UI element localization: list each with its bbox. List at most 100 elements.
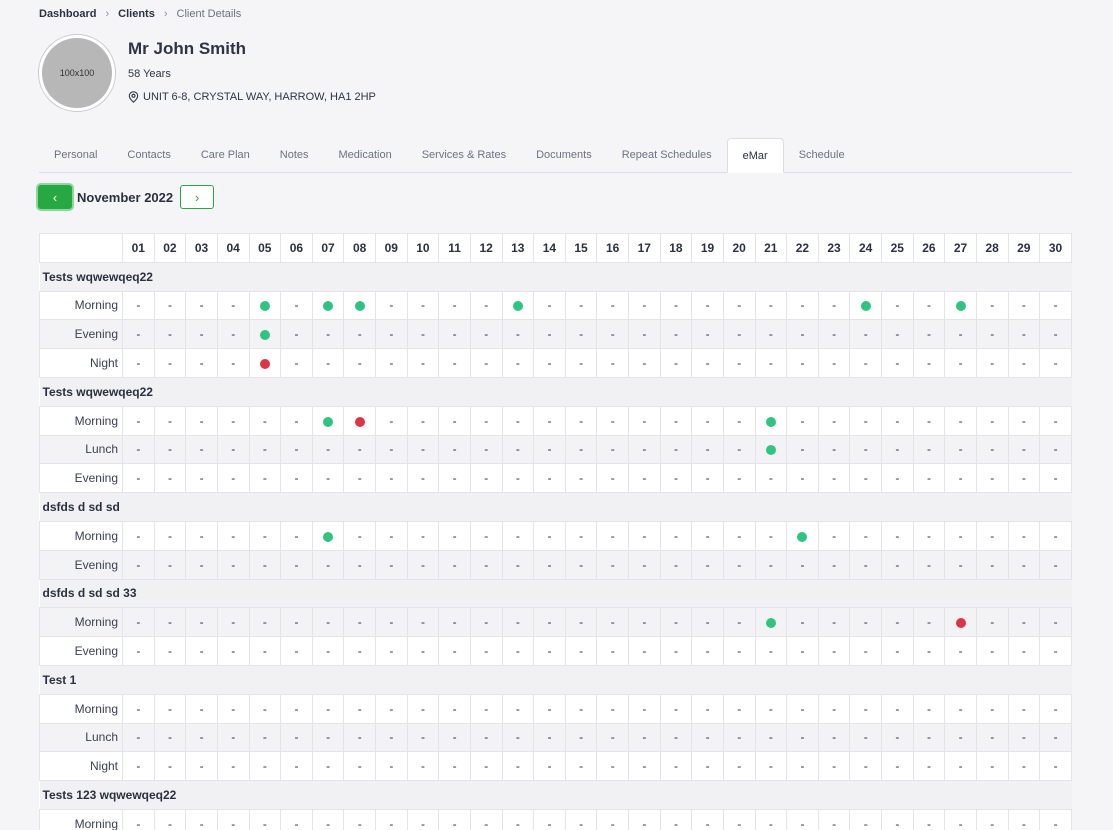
- dose-cell-empty[interactable]: -: [722, 808, 756, 830]
- dose-cell-empty[interactable]: -: [817, 290, 851, 321]
- dose-cell-empty[interactable]: -: [216, 808, 250, 830]
- dose-cell-empty[interactable]: -: [817, 693, 851, 724]
- dose-cell-empty[interactable]: -: [975, 751, 1009, 782]
- dose-cell-empty[interactable]: -: [501, 808, 535, 830]
- dose-cell-empty[interactable]: -: [280, 751, 313, 782]
- dose-cell-empty[interactable]: -: [596, 348, 629, 378]
- dose-cell-empty[interactable]: -: [881, 405, 914, 436]
- dose-cell-empty[interactable]: -: [469, 463, 503, 494]
- dose-cell-empty[interactable]: -: [533, 405, 566, 436]
- dose-cell-empty[interactable]: -: [596, 434, 629, 465]
- dose-cell-empty[interactable]: -: [122, 463, 155, 494]
- dose-cell-empty[interactable]: -: [375, 693, 408, 724]
- dose-cell-empty[interactable]: -: [153, 722, 187, 753]
- given-status-dot-icon[interactable]: [765, 618, 776, 629]
- dose-cell-empty[interactable]: -: [406, 520, 440, 551]
- dose-cell-empty[interactable]: -: [691, 290, 724, 321]
- dose-cell-empty[interactable]: -: [975, 319, 1009, 350]
- dose-cell-empty[interactable]: -: [406, 434, 440, 465]
- dose-cell-empty[interactable]: -: [722, 463, 756, 494]
- dose-cell-empty[interactable]: -: [153, 607, 187, 638]
- dose-cell-empty[interactable]: -: [1039, 693, 1072, 724]
- dose-cell-empty[interactable]: -: [280, 607, 313, 638]
- given-status-dot-icon[interactable]: [765, 445, 776, 456]
- dose-cell-empty[interactable]: -: [311, 693, 345, 724]
- dose-cell-empty[interactable]: -: [185, 463, 218, 494]
- dose-cell-empty[interactable]: -: [343, 636, 376, 666]
- missed-status-dot-icon[interactable]: [259, 358, 270, 369]
- dose-cell-empty[interactable]: -: [153, 549, 187, 580]
- dose-cell-empty[interactable]: -: [722, 549, 756, 580]
- dose-cell-empty[interactable]: -: [564, 520, 598, 551]
- dose-cell-empty[interactable]: -: [375, 405, 408, 436]
- dose-cell-empty[interactable]: -: [406, 348, 440, 378]
- given-status-dot-icon[interactable]: [860, 301, 871, 312]
- dose-cell-empty[interactable]: -: [533, 319, 566, 350]
- dose-cell-empty[interactable]: -: [659, 636, 693, 666]
- dose-cell-empty[interactable]: -: [659, 434, 693, 465]
- dose-cell-empty[interactable]: -: [691, 348, 724, 378]
- dose-cell-empty[interactable]: -: [153, 520, 187, 551]
- dose-cell-empty[interactable]: -: [153, 463, 187, 494]
- dose-cell-empty[interactable]: -: [343, 520, 376, 551]
- dose-cell-given[interactable]: [754, 405, 788, 436]
- dose-cell-empty[interactable]: -: [944, 520, 977, 551]
- dose-cell-empty[interactable]: -: [849, 607, 882, 638]
- dose-cell-empty[interactable]: -: [122, 808, 155, 830]
- dose-cell-empty[interactable]: -: [912, 463, 946, 494]
- dose-cell-empty[interactable]: -: [216, 319, 250, 350]
- dose-cell-empty[interactable]: -: [659, 751, 693, 782]
- dose-cell-empty[interactable]: -: [469, 549, 503, 580]
- dose-cell-empty[interactable]: -: [628, 549, 661, 580]
- dose-cell-empty[interactable]: -: [216, 607, 250, 638]
- dose-cell-empty[interactable]: -: [754, 636, 788, 666]
- dose-cell-empty[interactable]: -: [469, 636, 503, 666]
- dose-cell-empty[interactable]: -: [975, 636, 1009, 666]
- dose-cell-empty[interactable]: -: [501, 405, 535, 436]
- dose-cell-empty[interactable]: -: [817, 319, 851, 350]
- dose-cell-empty[interactable]: -: [280, 549, 313, 580]
- dose-cell-empty[interactable]: -: [628, 607, 661, 638]
- dose-cell-empty[interactable]: -: [438, 319, 471, 350]
- dose-cell-empty[interactable]: -: [469, 520, 503, 551]
- dose-cell-given[interactable]: [849, 290, 882, 321]
- dose-cell-empty[interactable]: -: [1039, 808, 1072, 830]
- tab-personal[interactable]: Personal: [39, 138, 112, 173]
- dose-cell-empty[interactable]: -: [628, 751, 661, 782]
- dose-cell-empty[interactable]: -: [881, 549, 914, 580]
- dose-cell-empty[interactable]: -: [849, 434, 882, 465]
- dose-cell-empty[interactable]: -: [533, 722, 566, 753]
- dose-cell-empty[interactable]: -: [533, 751, 566, 782]
- dose-cell-empty[interactable]: -: [185, 348, 218, 378]
- dose-cell-empty[interactable]: -: [944, 319, 977, 350]
- dose-cell-empty[interactable]: -: [849, 463, 882, 494]
- dose-cell-empty[interactable]: -: [596, 319, 629, 350]
- dose-cell-empty[interactable]: -: [248, 434, 282, 465]
- prev-month-button[interactable]: ‹: [38, 185, 72, 209]
- dose-cell-empty[interactable]: -: [912, 290, 946, 321]
- dose-cell-empty[interactable]: -: [438, 348, 471, 378]
- dose-cell-empty[interactable]: -: [343, 319, 376, 350]
- dose-cell-empty[interactable]: -: [628, 722, 661, 753]
- dose-cell-empty[interactable]: -: [881, 751, 914, 782]
- dose-cell-empty[interactable]: -: [564, 434, 598, 465]
- dose-cell-empty[interactable]: -: [1007, 434, 1041, 465]
- dose-cell-empty[interactable]: -: [1007, 520, 1041, 551]
- dose-cell-empty[interactable]: -: [849, 549, 882, 580]
- dose-cell-empty[interactable]: -: [944, 348, 977, 378]
- tab-documents[interactable]: Documents: [521, 138, 607, 173]
- dose-cell-empty[interactable]: -: [153, 636, 187, 666]
- dose-cell-empty[interactable]: -: [1007, 693, 1041, 724]
- dose-cell-empty[interactable]: -: [722, 348, 756, 378]
- dose-cell-empty[interactable]: -: [406, 319, 440, 350]
- dose-cell-empty[interactable]: -: [564, 751, 598, 782]
- dose-cell-empty[interactable]: -: [817, 722, 851, 753]
- dose-cell-empty[interactable]: -: [881, 520, 914, 551]
- dose-cell-empty[interactable]: -: [216, 405, 250, 436]
- dose-cell-empty[interactable]: -: [912, 434, 946, 465]
- dose-cell-empty[interactable]: -: [659, 693, 693, 724]
- missed-status-dot-icon[interactable]: [354, 416, 365, 427]
- missed-status-dot-icon[interactable]: [955, 618, 966, 629]
- dose-cell-empty[interactable]: -: [216, 636, 250, 666]
- dose-cell-empty[interactable]: -: [185, 636, 218, 666]
